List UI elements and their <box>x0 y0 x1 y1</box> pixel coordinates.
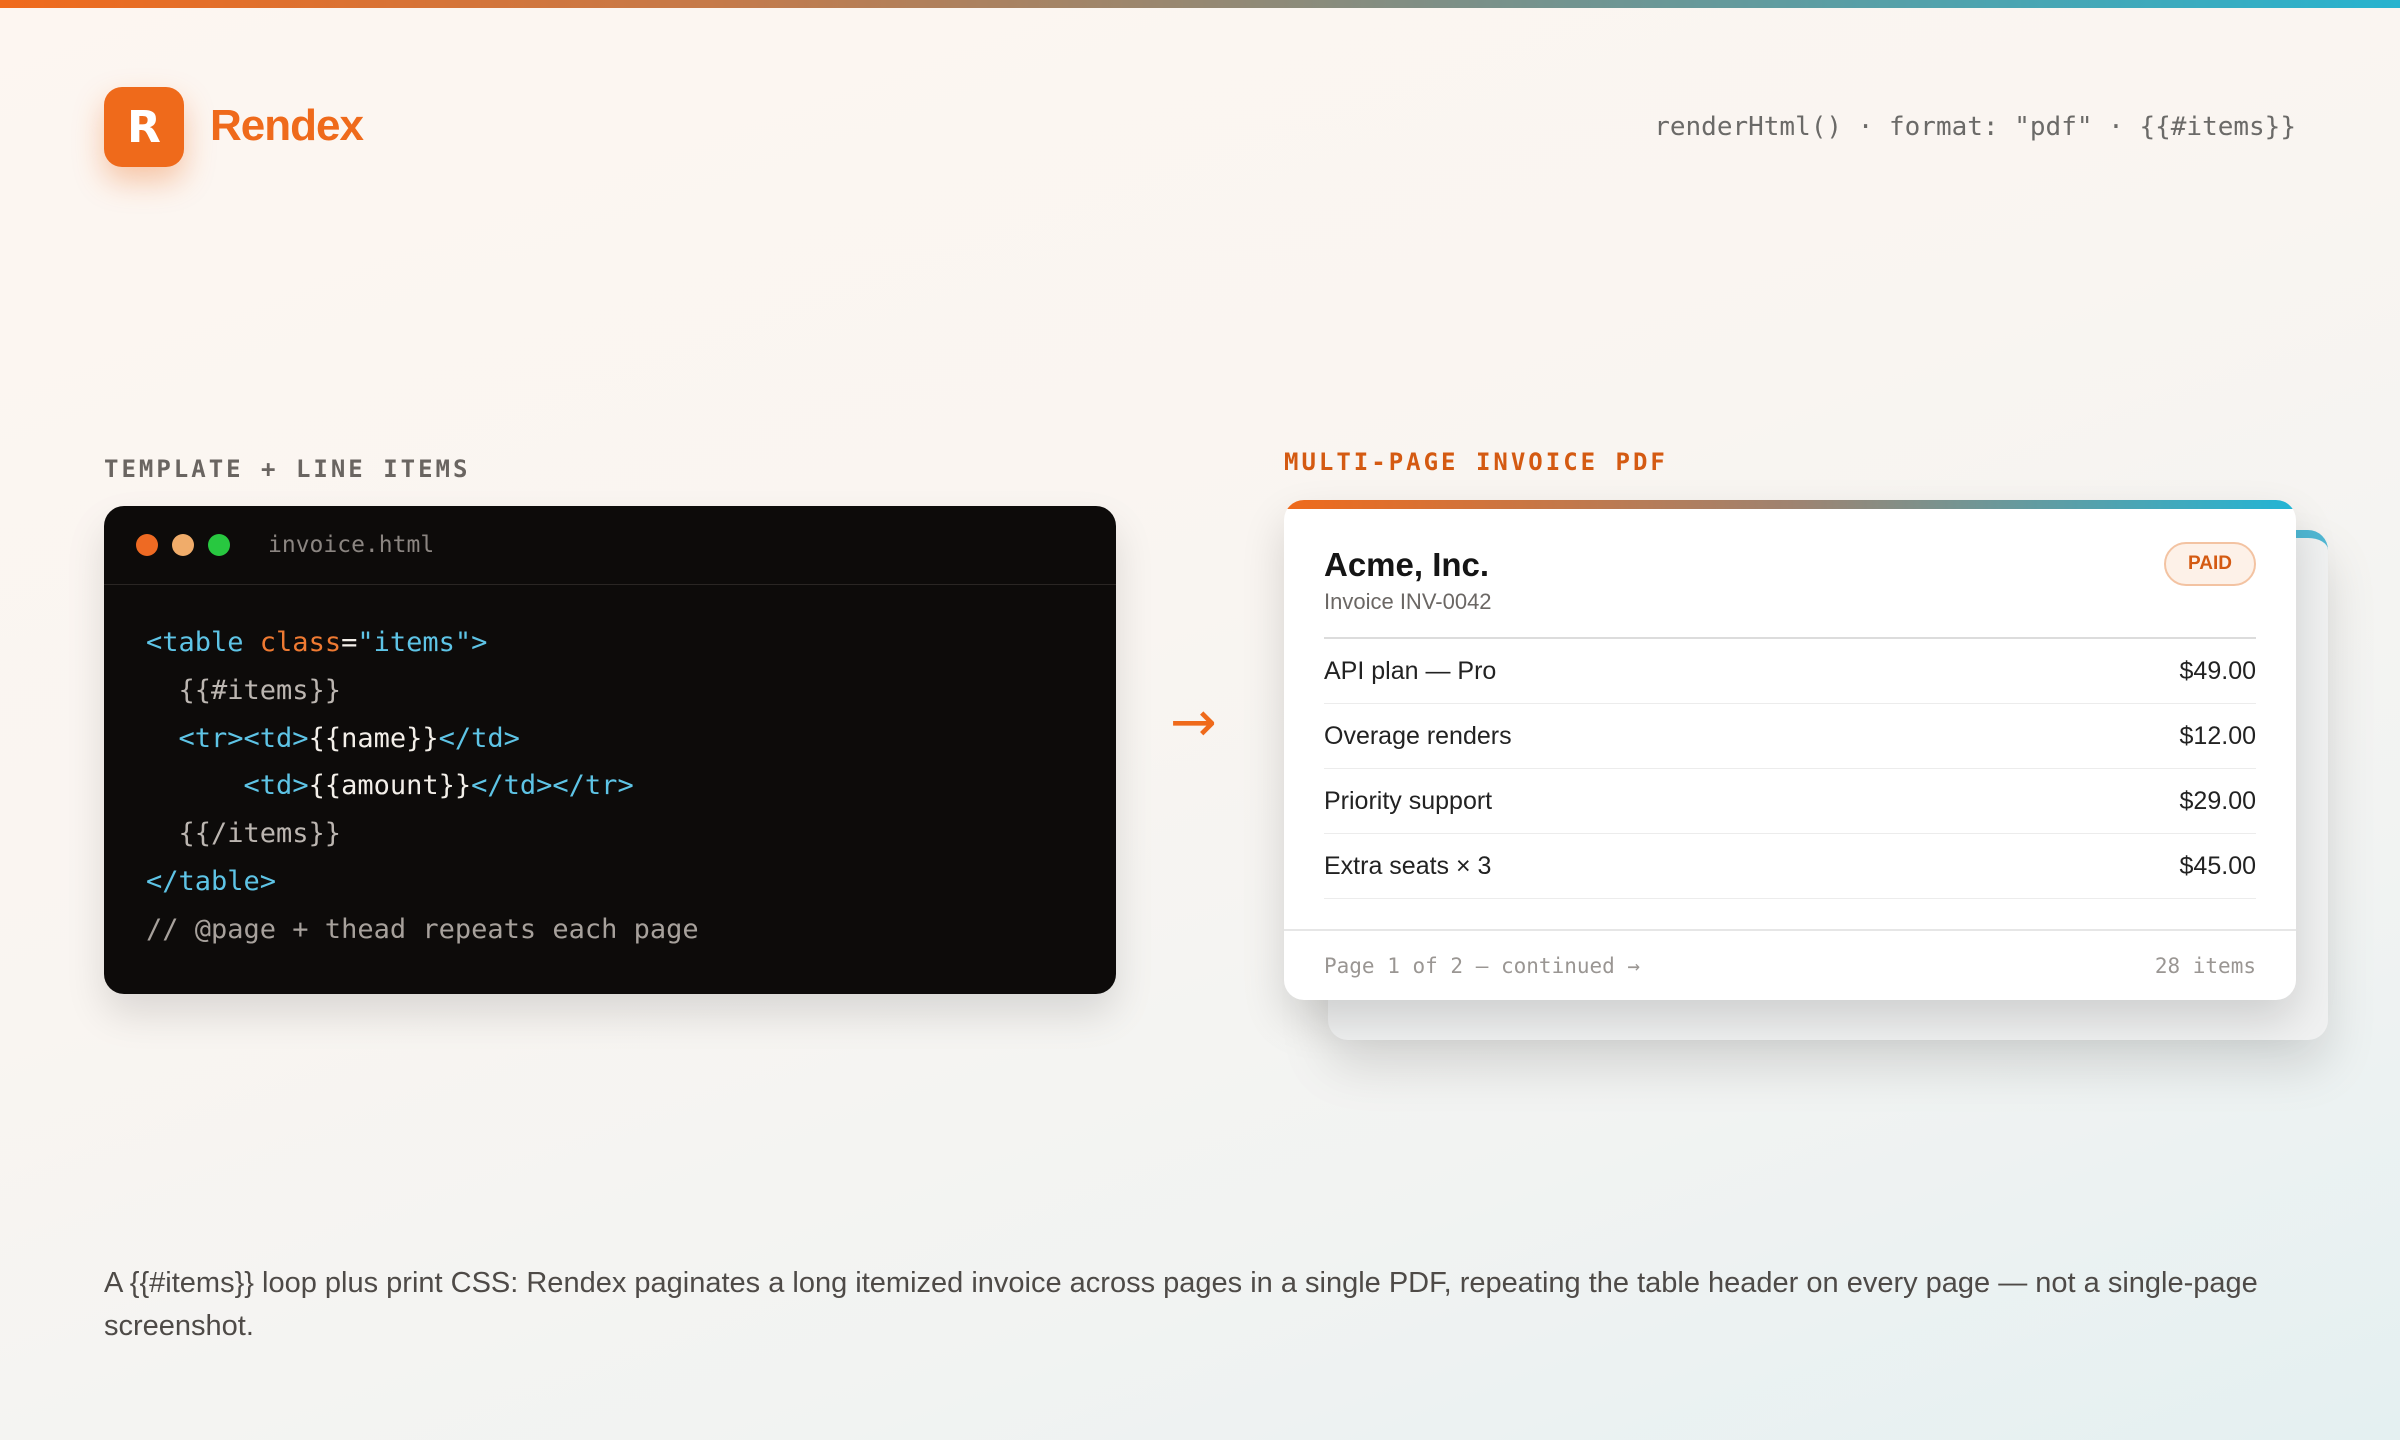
code-token: {{#items}} <box>146 674 342 706</box>
brand-name: Rendex <box>210 101 364 150</box>
item-name: API plan — Pro <box>1324 656 1497 685</box>
invoice-row: Priority support $29.00 <box>1324 769 2256 834</box>
code-token: <td> <box>243 770 309 802</box>
invoice-number: Invoice INV-0042 <box>1324 589 1492 614</box>
code-token: > <box>471 627 488 658</box>
code-line: {{#items}} <box>146 667 1116 715</box>
invoice-company: Acme, Inc. <box>1324 546 1490 583</box>
code-line: <td>{{amount}}</td></tr> <box>146 762 1116 810</box>
invoice-row: API plan — Pro $49.00 <box>1324 639 2256 704</box>
invoice-row: Overage renders $12.00 <box>1324 704 2256 769</box>
rendex-logo-icon: R <box>104 87 184 167</box>
code-token: </td></tr> <box>471 770 634 802</box>
code-token: {{name}} <box>308 722 439 754</box>
code-token: class <box>259 627 342 658</box>
description-caption: A {{#items}} loop plus print CSS: Rendex… <box>104 1267 2258 1342</box>
editor-filename: invoice.html <box>268 532 435 558</box>
item-amount: $29.00 <box>2179 786 2256 815</box>
template-section-label: TEMPLATE + LINE ITEMS <box>104 455 471 483</box>
invoice-pdf-page: Acme, Inc. Invoice INV-0042 PAID API pla… <box>1284 500 2296 1000</box>
code-content: <table class="items"> {{#items}} <tr><td… <box>104 585 1116 954</box>
code-token: </td> <box>438 722 520 754</box>
code-comment: // @page + thead repeats each page <box>146 913 699 945</box>
code-token: {{/items}} <box>146 818 342 850</box>
close-window-dot[interactable] <box>136 534 158 556</box>
code-line: {{/items}} <box>146 810 1116 858</box>
code-line: <table class="items"> <box>146 619 1116 667</box>
code-token: = <box>341 627 358 658</box>
minimize-window-dot[interactable] <box>172 534 194 556</box>
right-arrow-icon: → <box>1170 690 1217 755</box>
paid-status-badge: PAID <box>2164 542 2256 586</box>
invoice-row: Extra seats × 3 $45.00 <box>1324 834 2256 899</box>
invoice-line-items: API plan — Pro $49.00 Overage renders $1… <box>1324 637 2256 899</box>
item-amount: $45.00 <box>2179 851 2256 880</box>
invoice-gradient-bar <box>1284 500 2296 509</box>
pdf-section-label: MULTI-PAGE INVOICE PDF <box>1284 448 1668 476</box>
code-line: </table> <box>146 858 1116 906</box>
code-token: </table> <box>146 865 277 897</box>
item-count: 28 items <box>2154 953 2256 978</box>
item-name: Overage renders <box>1324 721 1512 750</box>
item-amount: $12.00 <box>2179 721 2256 750</box>
code-token: "items" <box>357 627 472 658</box>
header-code-hint: renderHtml() · format: "pdf" · {{#items}… <box>1654 112 2296 142</box>
invoice-footer: Page 1 of 2 — continued → 28 items <box>1284 929 2296 1000</box>
item-name: Extra seats × 3 <box>1324 851 1492 880</box>
editor-titlebar: invoice.html <box>104 506 1116 585</box>
maximize-window-dot[interactable] <box>208 534 230 556</box>
item-amount: $49.00 <box>2179 656 2256 685</box>
code-editor-window: invoice.html <table class="items"> {{#it… <box>104 506 1116 994</box>
code-line: // @page + thead repeats each page <box>146 906 1116 954</box>
page-indicator: Page 1 of 2 — continued → <box>1324 953 1641 978</box>
code-token: <tr><td> <box>146 722 309 754</box>
code-token: {{amount}} <box>308 770 472 802</box>
code-line: <tr><td>{{name}}</td> <box>146 715 1116 763</box>
item-name: Priority support <box>1324 786 1493 815</box>
top-gradient-bar <box>0 0 2400 8</box>
code-token: <table <box>146 627 260 658</box>
